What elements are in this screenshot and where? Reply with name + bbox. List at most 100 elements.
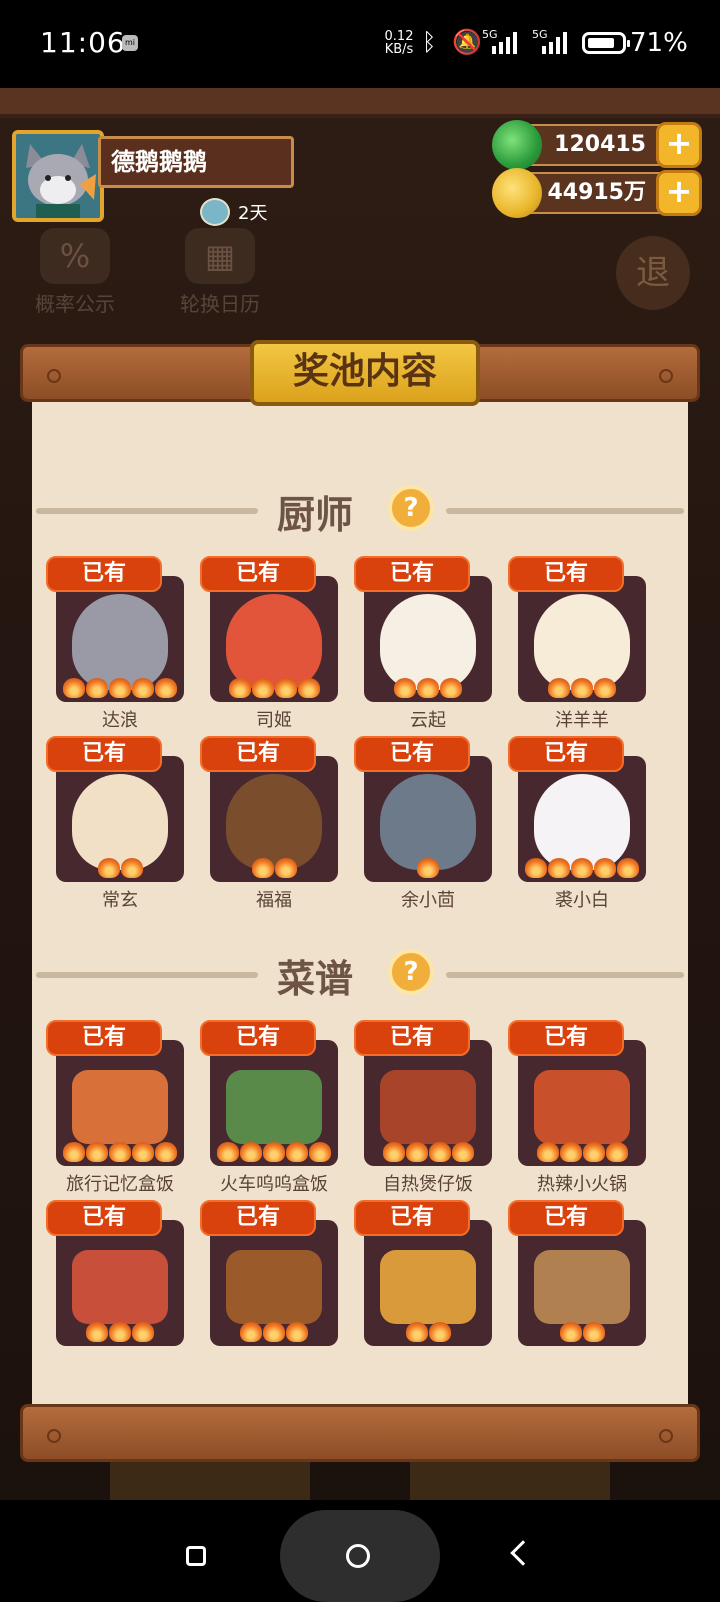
flame-icon — [571, 678, 593, 698]
recipe-portrait — [364, 1040, 492, 1166]
flame-icon — [417, 858, 439, 878]
flame-icon — [155, 1142, 177, 1162]
owned-badge: 已有 — [508, 556, 624, 592]
flame-icon — [382, 1142, 405, 1162]
prize-pool-panel[interactable]: 厨师 ? 已有 达浪 已有 司姬 已有 云起 已有 洋羊羊 已有 常玄 已有 福福 已有 余小茴 已有 裘小白… — [32, 400, 688, 1404]
rarity-flames — [518, 1142, 646, 1162]
chef-portrait — [56, 756, 184, 882]
speed-unit: KB/s — [384, 42, 414, 57]
signal-icon-1: 5G — [482, 28, 522, 54]
player-avatar[interactable] — [12, 130, 104, 222]
flame-icon — [525, 858, 547, 878]
flame-icon — [97, 858, 120, 878]
signal-icon-2: 5G — [532, 28, 572, 54]
chef-portrait — [518, 576, 646, 702]
chef-card[interactable]: 已有 洋羊羊 — [508, 556, 646, 736]
flame-icon — [548, 858, 570, 878]
chef-card[interactable]: 已有 司姬 — [200, 556, 338, 736]
chef-card[interactable]: 已有 达浪 — [46, 556, 184, 736]
dish-icon — [534, 1250, 630, 1324]
wooden-beam — [0, 88, 720, 118]
battery-icon — [582, 32, 630, 54]
recipe-portrait — [210, 1220, 338, 1346]
wolf-avatar-icon — [16, 134, 100, 218]
flame-icon — [417, 678, 439, 698]
flame-icon — [405, 1142, 428, 1162]
rarity-flames — [364, 678, 492, 698]
chef-name: 福福 — [256, 890, 292, 911]
rarity-flames — [56, 1142, 184, 1162]
recipe-card[interactable]: 已有 — [354, 1200, 492, 1380]
chef-card[interactable]: 已有 余小茴 — [354, 736, 492, 916]
rarity-flames — [56, 1322, 184, 1342]
recipe-name: 火车呜呜盒饭 — [220, 1174, 328, 1195]
recipe-name: 自热煲仔饭 — [383, 1174, 473, 1195]
flame-icon — [617, 858, 639, 878]
flame-icon — [86, 1142, 108, 1162]
rarity-flames — [518, 678, 646, 698]
bluetooth-icon: ᛒ — [422, 28, 437, 56]
recent-apps-icon[interactable] — [186, 1546, 206, 1566]
owned-badge: 已有 — [200, 736, 316, 772]
chef-card[interactable]: 已有 裘小白 — [508, 736, 646, 916]
add-jade-button[interactable]: + — [656, 122, 702, 168]
recipe-card[interactable]: 已有 — [200, 1200, 338, 1380]
recipe-portrait — [56, 1220, 184, 1346]
jade-coin-icon — [492, 120, 542, 170]
recipe-card[interactable]: 已有 热辣小火锅 — [508, 1020, 646, 1200]
recipe-help-button[interactable]: ? — [388, 949, 434, 995]
flame-icon — [228, 678, 251, 698]
flame-icon — [251, 678, 274, 698]
flame-icon — [132, 678, 154, 698]
probability-label: 概率公示 — [35, 292, 115, 316]
chef-card[interactable]: 已有 云起 — [354, 556, 492, 736]
flame-icon — [594, 858, 616, 878]
flame-icon — [109, 1322, 131, 1342]
calendar-icon: ▦ — [185, 228, 255, 284]
rarity-flames — [518, 1322, 646, 1342]
recipe-portrait — [518, 1040, 646, 1166]
recipe-card[interactable]: 已有 自热煲仔饭 — [354, 1020, 492, 1200]
chef-portrait — [364, 756, 492, 882]
modal-bottom-board — [20, 1404, 700, 1462]
flame-icon — [274, 858, 297, 878]
rarity-flames — [364, 1322, 492, 1342]
chef-name: 常玄 — [102, 890, 138, 911]
percent-icon: % — [40, 228, 110, 284]
dish-icon — [72, 1250, 168, 1324]
back-icon[interactable] — [510, 1540, 536, 1566]
flame-icon — [63, 1142, 85, 1162]
rotation-calendar-button[interactable]: ▦ 轮换日历 — [170, 228, 270, 317]
flame-icon — [594, 678, 616, 698]
owned-badge: 已有 — [508, 736, 624, 772]
chef-portrait — [210, 756, 338, 882]
recipe-card[interactable]: 已有 火车呜呜盒饭 — [200, 1020, 338, 1200]
chef-name: 余小茴 — [401, 890, 455, 911]
home-icon[interactable] — [346, 1544, 370, 1568]
chef-card[interactable]: 已有福福 — [200, 736, 338, 916]
rarity-flames — [210, 678, 338, 698]
battery-percent: 71% — [630, 28, 688, 58]
flame-icon — [240, 1142, 262, 1162]
probability-button[interactable]: % 概率公示 — [30, 228, 120, 317]
gold-currency: 44915万 + — [492, 168, 702, 218]
add-gold-button[interactable]: + — [656, 170, 702, 216]
recipe-portrait — [56, 1040, 184, 1166]
recipe-card[interactable]: 已有 — [46, 1200, 184, 1380]
flame-icon — [263, 1322, 285, 1342]
flame-icon — [286, 1322, 308, 1342]
recipe-card[interactable]: 已有 旅行记忆盒饭 — [46, 1020, 184, 1200]
flame-icon — [428, 1142, 451, 1162]
chef-card[interactable]: 已有 常玄 — [46, 736, 184, 916]
recipe-portrait — [210, 1040, 338, 1166]
gold-amount: 44915万 — [547, 180, 646, 205]
owned-badge: 已有 — [200, 556, 316, 592]
flame-icon — [605, 1142, 628, 1162]
recipe-card[interactable]: 已有 — [508, 1200, 646, 1380]
chef-help-button[interactable]: ? — [388, 485, 434, 531]
exit-button[interactable]: 退 — [616, 236, 690, 310]
flame-icon — [86, 1322, 108, 1342]
recipe-section-title: 菜谱 — [276, 957, 353, 1001]
rarity-flames — [364, 1142, 492, 1162]
recipe-section-header: 菜谱 ? — [32, 944, 688, 1004]
